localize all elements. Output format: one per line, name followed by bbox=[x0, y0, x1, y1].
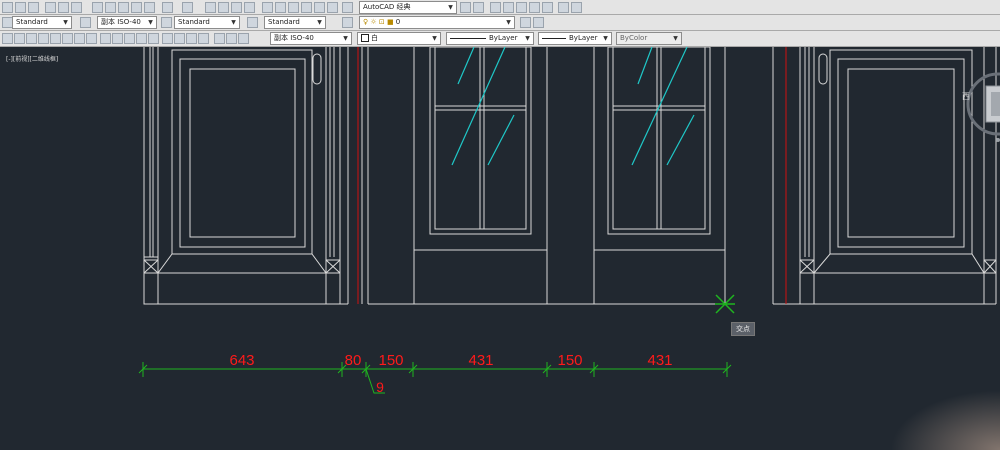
autocad-window: AutoCAD 经典 ▼ Standard ▼ 副本 ISO-40 ▼ Standar… bbox=[0, 0, 1000, 450]
paste-icon[interactable] bbox=[118, 2, 129, 13]
tolerance-icon[interactable] bbox=[162, 33, 173, 44]
color-control-select[interactable]: 白 ▼ bbox=[357, 32, 441, 45]
zoom-window-icon[interactable] bbox=[231, 2, 242, 13]
aligned-dim-icon[interactable] bbox=[14, 33, 25, 44]
inspection-icon[interactable] bbox=[186, 33, 197, 44]
dimension-150-a[interactable]: 150 bbox=[378, 352, 403, 369]
print-preview-icon[interactable] bbox=[58, 2, 69, 13]
properties-icon[interactable] bbox=[262, 2, 273, 13]
linear-dim-icon[interactable] bbox=[2, 33, 13, 44]
drawing-viewport[interactable]: [-][前视][二维线框] 643 80 150 431 150 431 9 交… bbox=[0, 47, 1000, 450]
table-style-select[interactable]: Standard ▼ bbox=[174, 16, 240, 29]
dimension-properties-toolbar: 副本 ISO-40 ▼ 白 ▼ ByLayer ▼ ByLayer ▼ ByColor ▼ bbox=[0, 31, 1000, 47]
screen-glare bbox=[890, 390, 1000, 450]
zoom-previous-icon[interactable] bbox=[244, 2, 255, 13]
layer-properties-icon[interactable] bbox=[490, 2, 501, 13]
multileader-style-icon[interactable] bbox=[247, 17, 258, 28]
sheet-set-icon[interactable] bbox=[301, 2, 312, 13]
layer-select[interactable]: ♀ ☼ ⊡ ■ 0 ▼ bbox=[359, 16, 515, 29]
dim-style-select[interactable]: 副本 ISO-40 ▼ bbox=[97, 16, 157, 29]
calculator-icon[interactable] bbox=[327, 2, 338, 13]
layer-unisolate-icon[interactable] bbox=[542, 2, 553, 13]
pan-icon[interactable] bbox=[205, 2, 216, 13]
layer-state-icon[interactable] bbox=[503, 2, 514, 13]
continue-dim-icon[interactable] bbox=[124, 33, 135, 44]
elevation-drawing: 643 80 150 431 150 431 9 bbox=[138, 47, 997, 395]
standard-toolbar: AutoCAD 经典 ▼ bbox=[0, 0, 1000, 15]
new-file-icon[interactable] bbox=[2, 2, 13, 13]
open-file-icon[interactable] bbox=[15, 2, 26, 13]
layer-manager-icon[interactable] bbox=[342, 17, 353, 28]
workspace-select[interactable]: AutoCAD 经典 ▼ bbox=[359, 1, 457, 14]
block-editor-icon[interactable] bbox=[144, 2, 155, 13]
dim-edit-icon[interactable] bbox=[214, 33, 225, 44]
table-style-icon[interactable] bbox=[161, 17, 172, 28]
dim-style-icon[interactable] bbox=[80, 17, 91, 28]
center-mark-icon[interactable] bbox=[174, 33, 185, 44]
lineweight-control-select[interactable]: ByLayer ▼ bbox=[538, 32, 612, 45]
baseline-dim-icon[interactable] bbox=[112, 33, 123, 44]
dim-update-icon[interactable] bbox=[238, 33, 249, 44]
dimension-150-b[interactable]: 150 bbox=[557, 352, 582, 369]
dimension-643[interactable]: 643 bbox=[229, 352, 254, 369]
dimension-80[interactable]: 80 bbox=[345, 352, 362, 369]
dim-text-edit-icon[interactable] bbox=[226, 33, 237, 44]
jogged-dim-icon[interactable] bbox=[62, 33, 73, 44]
quick-dim-icon[interactable] bbox=[100, 33, 111, 44]
publish-icon[interactable] bbox=[71, 2, 82, 13]
jogged-linear-icon[interactable] bbox=[198, 33, 209, 44]
dim-break-icon[interactable] bbox=[148, 33, 159, 44]
diameter-dim-icon[interactable] bbox=[74, 33, 85, 44]
print-icon[interactable] bbox=[45, 2, 56, 13]
multileader-style-select[interactable]: Standard ▼ bbox=[264, 16, 326, 29]
redo-icon[interactable] bbox=[182, 2, 193, 13]
zoom-realtime-icon[interactable] bbox=[218, 2, 229, 13]
layer-freeze-icon[interactable] bbox=[558, 2, 569, 13]
dim-space-icon[interactable] bbox=[136, 33, 147, 44]
snap-tooltip: 交点 bbox=[731, 322, 755, 336]
tool-palettes-icon[interactable] bbox=[288, 2, 299, 13]
text-style-select[interactable]: Standard ▼ bbox=[12, 16, 72, 29]
design-center-icon[interactable] bbox=[275, 2, 286, 13]
compass-west-label: 西 bbox=[962, 92, 970, 101]
workspace-save-icon[interactable] bbox=[473, 2, 484, 13]
linetype-control-select[interactable]: ByLayer ▼ bbox=[446, 32, 534, 45]
make-current-layer-icon[interactable] bbox=[520, 17, 531, 28]
arc-length-icon[interactable] bbox=[26, 33, 37, 44]
copy-icon[interactable] bbox=[105, 2, 116, 13]
match-properties-icon[interactable] bbox=[131, 2, 142, 13]
help-icon[interactable] bbox=[342, 2, 353, 13]
dimension-431-a[interactable]: 431 bbox=[468, 352, 493, 369]
radius-dim-icon[interactable] bbox=[50, 33, 61, 44]
undo-icon[interactable] bbox=[162, 2, 173, 13]
dimension-style-select[interactable]: 副本 ISO-40 ▼ bbox=[270, 32, 352, 45]
markup-icon[interactable] bbox=[314, 2, 325, 13]
dimension-431-b[interactable]: 431 bbox=[647, 352, 672, 369]
cut-icon[interactable] bbox=[92, 2, 103, 13]
layer-lock-icon[interactable] bbox=[571, 2, 582, 13]
layer-previous-state-icon[interactable] bbox=[533, 17, 544, 28]
ordinate-dim-icon[interactable] bbox=[38, 33, 49, 44]
layer-previous-icon[interactable] bbox=[516, 2, 527, 13]
viewcube-compass[interactable] bbox=[958, 64, 1000, 144]
styles-toolbar: Standard ▼ 副本 ISO-40 ▼ Standard ▼ Standard ▼… bbox=[0, 15, 1000, 31]
dimension-9[interactable]: 9 bbox=[376, 379, 384, 395]
workspace-settings-icon[interactable] bbox=[460, 2, 471, 13]
plotstyle-control-select[interactable]: ByColor ▼ bbox=[616, 32, 682, 45]
layer-isolate-icon[interactable] bbox=[529, 2, 540, 13]
save-icon[interactable] bbox=[28, 2, 39, 13]
angular-dim-icon[interactable] bbox=[86, 33, 97, 44]
